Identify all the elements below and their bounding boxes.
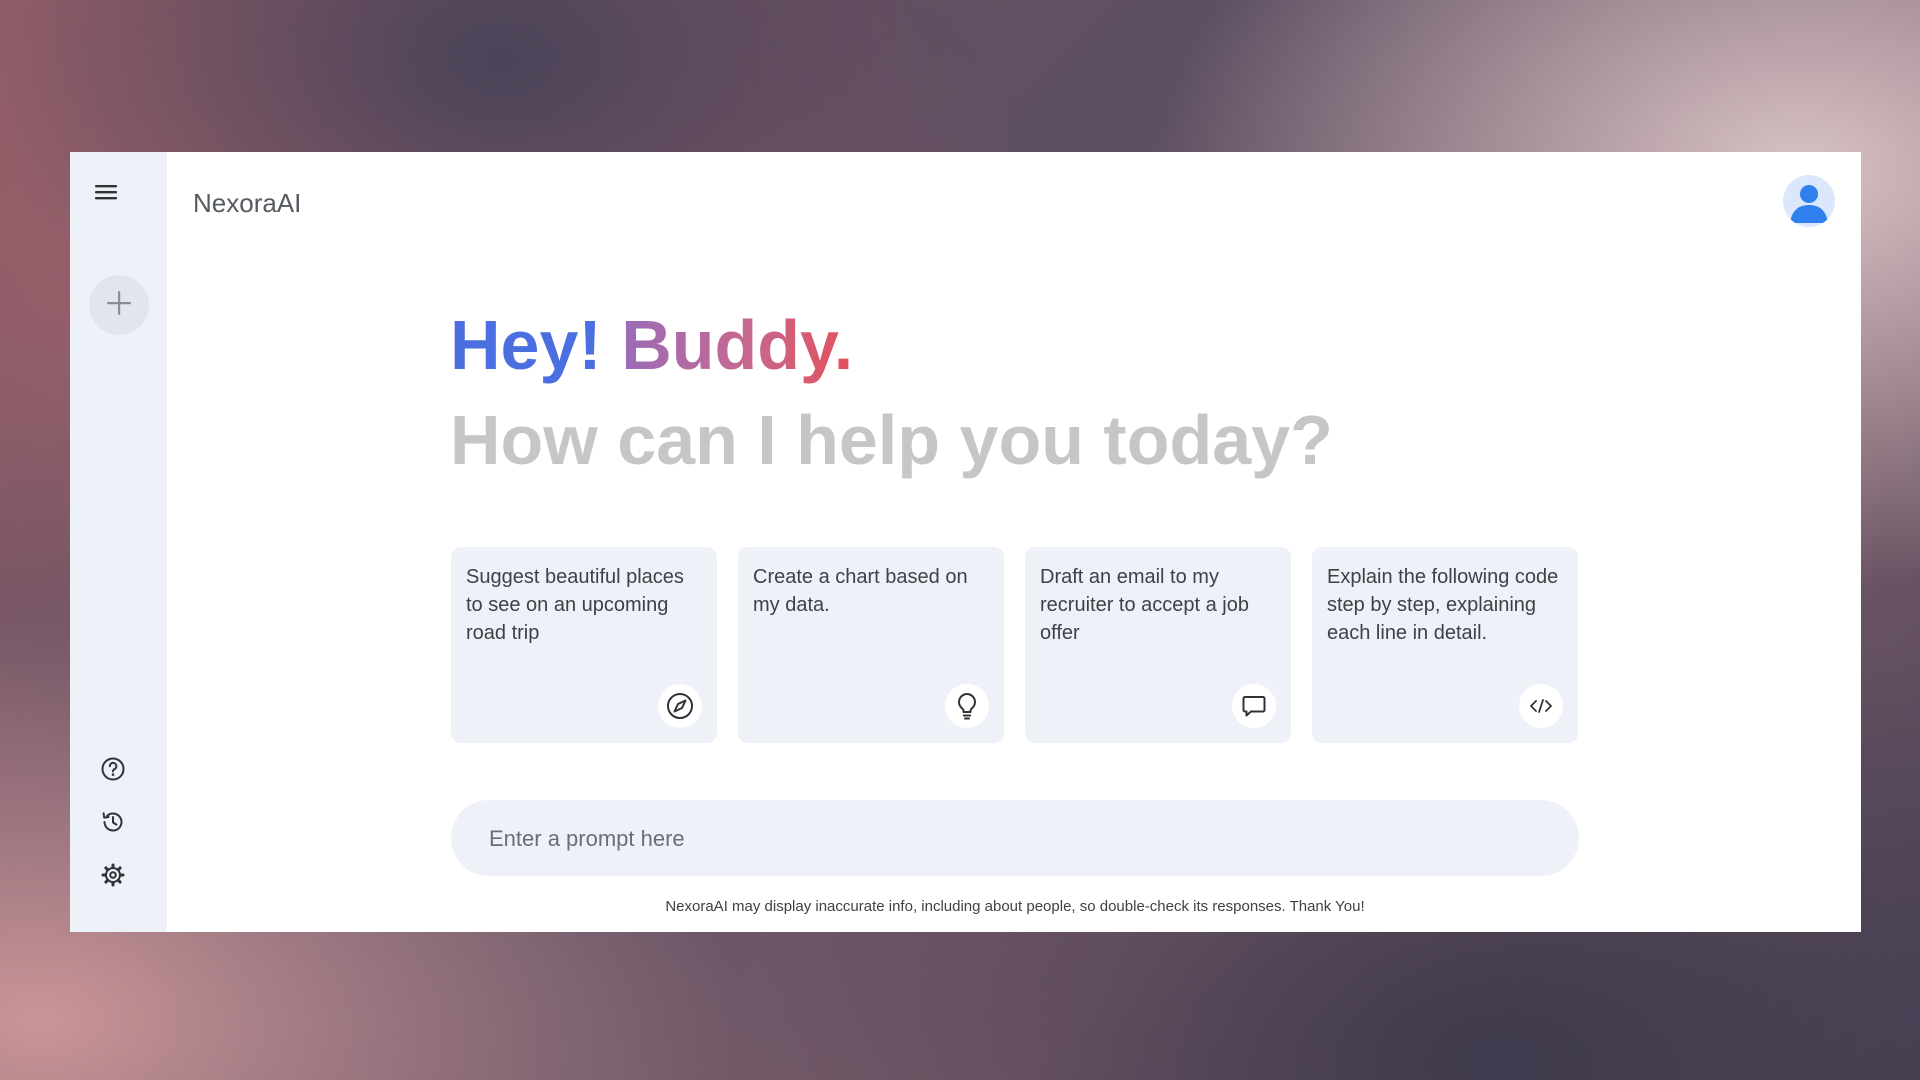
app-window: NexoraAI Hey! Buddy. How can I help you … (70, 152, 1861, 932)
hamburger-menu-icon (94, 182, 118, 206)
settings-icon (100, 862, 126, 892)
message-icon (1232, 684, 1276, 728)
card-text: Suggest beautiful places to see on an up… (466, 566, 684, 644)
card-text: Create a chart based on my data. (753, 566, 968, 616)
card-text: Draft an email to my recruiter to accept… (1040, 566, 1249, 644)
suggestion-card-chart[interactable]: Create a chart based on my data. (738, 547, 1004, 743)
card-text: Explain the following code step by step,… (1327, 566, 1559, 644)
new-chat-button[interactable] (89, 275, 149, 335)
help-icon (100, 756, 126, 786)
help-button[interactable] (96, 754, 130, 788)
suggestion-card-email[interactable]: Draft an email to my recruiter to accept… (1025, 547, 1291, 743)
disclaimer-text: NexoraAI may display inaccurate info, in… (665, 898, 1365, 915)
greeting-hey: Hey! (450, 306, 602, 384)
history-icon (100, 809, 126, 839)
suggestion-cards: Suggest beautiful places to see on an up… (451, 547, 1579, 743)
history-button[interactable] (96, 807, 130, 841)
greeting-subtitle: How can I help you today? (450, 401, 1333, 479)
settings-button[interactable] (96, 860, 130, 894)
app-title: NexoraAI (193, 188, 302, 218)
bulb-icon (945, 684, 989, 728)
plus-icon (105, 289, 133, 321)
suggestion-card-code[interactable]: Explain the following code step by step,… (1312, 547, 1578, 743)
sidebar (70, 152, 167, 932)
greeting-heading: Hey! Buddy. (450, 297, 853, 393)
suggestion-card-road-trip[interactable]: Suggest beautiful places to see on an up… (451, 547, 717, 743)
prompt-bar[interactable] (451, 800, 1579, 876)
prompt-input[interactable] (487, 818, 1551, 860)
menu-button[interactable] (84, 172, 128, 216)
code-icon (1519, 684, 1563, 728)
compass-icon (658, 684, 702, 728)
user-avatar-icon (1783, 185, 1835, 227)
greeting-buddy: Buddy. (621, 306, 854, 384)
user-avatar[interactable] (1783, 175, 1835, 227)
